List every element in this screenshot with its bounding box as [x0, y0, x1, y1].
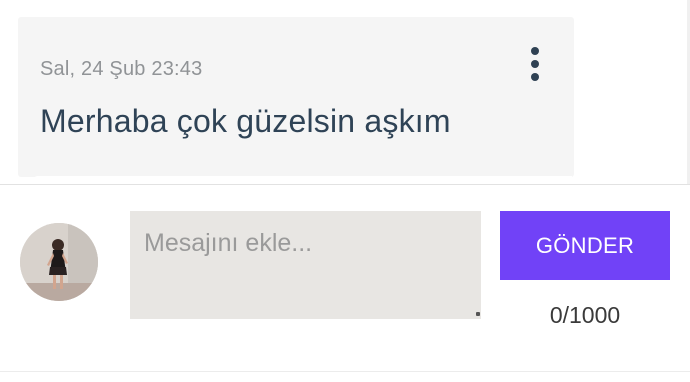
user-photo-icon [20, 223, 98, 301]
character-counter: 0/1000 [549, 302, 621, 328]
message-card: Sal, 24 Şub 23:43 Merhaba çok güzelsin a… [18, 17, 574, 177]
message-input[interactable] [130, 211, 481, 319]
resize-handle-icon[interactable] [476, 312, 480, 316]
send-button[interactable]: GÖNDER [500, 211, 670, 280]
next-card-edge [32, 176, 572, 184]
divider [0, 371, 690, 372]
avatar[interactable] [20, 223, 98, 301]
more-vertical-icon[interactable] [528, 47, 544, 85]
divider [0, 184, 690, 185]
message-text: Merhaba çok güzelsin aşkım [40, 103, 451, 139]
message-date: Sal, 24 Şub 23:43 [40, 58, 203, 80]
